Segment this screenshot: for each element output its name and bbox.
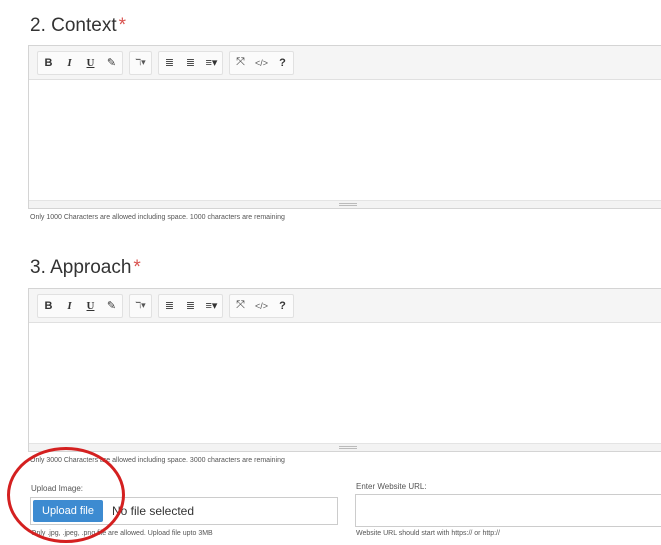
required-asterisk: * bbox=[118, 15, 127, 36]
font-style-dropdown[interactable]: ℸ▾ bbox=[130, 52, 151, 74]
unordered-list-icon[interactable]: ≣ bbox=[159, 295, 180, 317]
underline-button[interactable]: U bbox=[80, 52, 101, 74]
upload-hint: Only .jpg, .jpeg, .png file are allowed.… bbox=[31, 530, 213, 537]
toolbar-group-font: ℸ▾ bbox=[129, 50, 152, 75]
fullscreen-icon[interactable]: ⤧ bbox=[230, 295, 251, 317]
grip-icon bbox=[339, 446, 357, 449]
eraser-icon[interactable]: ✎ bbox=[101, 52, 122, 74]
grip-icon bbox=[339, 203, 357, 206]
paragraph-dropdown[interactable]: ≡▾ bbox=[201, 52, 222, 74]
approach-editable-area[interactable] bbox=[29, 324, 661, 443]
toolbar-group-font: ℸ▾ bbox=[129, 293, 152, 318]
paragraph-dropdown[interactable]: ≡▾ bbox=[201, 295, 222, 317]
required-asterisk: * bbox=[133, 257, 141, 278]
eraser-icon[interactable]: ✎ bbox=[101, 295, 122, 317]
editor-resize-handle[interactable] bbox=[29, 443, 661, 451]
unordered-list-icon[interactable]: ≣ bbox=[159, 52, 180, 74]
editor-toolbar: B I U ✎ ℸ▾ ≣ ≣ ≡▾ ⤧ </> ? bbox=[29, 46, 661, 80]
italic-button[interactable]: I bbox=[59, 52, 80, 74]
bold-button[interactable]: B bbox=[38, 295, 59, 317]
approach-rich-text-editor: B I U ✎ ℸ▾ ≣ ≣ ≡▾ ⤧ </> ? bbox=[28, 288, 661, 452]
editor-resize-handle[interactable] bbox=[29, 200, 661, 208]
website-url-input[interactable] bbox=[355, 494, 661, 527]
approach-character-hint: Only 3000 Characters are allowed includi… bbox=[30, 457, 285, 464]
context-title-text: 2. Context bbox=[30, 15, 117, 36]
editor-toolbar: B I U ✎ ℸ▾ ≣ ≣ ≡▾ ⤧ </> ? bbox=[29, 289, 661, 323]
toolbar-group-style: B I U ✎ bbox=[37, 50, 123, 75]
fullscreen-icon[interactable]: ⤧ bbox=[230, 52, 251, 74]
help-icon[interactable]: ? bbox=[272, 52, 293, 74]
file-status-text: No file selected bbox=[111, 504, 195, 518]
toolbar-group-lists: ≣ ≣ ≡▾ bbox=[158, 50, 223, 75]
file-upload-field[interactable]: Upload file No file selected bbox=[30, 497, 338, 525]
help-icon[interactable]: ? bbox=[272, 295, 293, 317]
context-character-hint: Only 1000 Characters are allowed includi… bbox=[30, 214, 285, 221]
ordered-list-icon[interactable]: ≣ bbox=[180, 52, 201, 74]
toolbar-group-view: ⤧ </> ? bbox=[229, 293, 295, 318]
approach-title-text: 3. Approach bbox=[30, 257, 132, 278]
website-url-label: Enter Website URL: bbox=[356, 482, 427, 491]
website-url-hint: Website URL should start with https:// o… bbox=[356, 530, 500, 537]
upload-image-label: Upload Image: bbox=[31, 484, 84, 493]
context-editable-area[interactable] bbox=[29, 81, 661, 200]
underline-button[interactable]: U bbox=[80, 295, 101, 317]
toolbar-group-view: ⤧ </> ? bbox=[229, 50, 295, 75]
toolbar-group-lists: ≣ ≣ ≡▾ bbox=[158, 293, 223, 318]
code-view-icon[interactable]: </> bbox=[251, 295, 272, 317]
context-rich-text-editor: B I U ✎ ℸ▾ ≣ ≣ ≡▾ ⤧ </> ? bbox=[28, 45, 661, 209]
code-view-icon[interactable]: </> bbox=[251, 52, 272, 74]
bold-button[interactable]: B bbox=[38, 52, 59, 74]
context-section-title: 2. Context * bbox=[30, 15, 126, 37]
upload-file-button[interactable]: Upload file bbox=[33, 500, 103, 522]
italic-button[interactable]: I bbox=[59, 295, 80, 317]
ordered-list-icon[interactable]: ≣ bbox=[180, 295, 201, 317]
approach-section-title: 3. Approach * bbox=[30, 257, 141, 279]
font-style-dropdown[interactable]: ℸ▾ bbox=[130, 295, 151, 317]
toolbar-group-style: B I U ✎ bbox=[37, 293, 123, 318]
